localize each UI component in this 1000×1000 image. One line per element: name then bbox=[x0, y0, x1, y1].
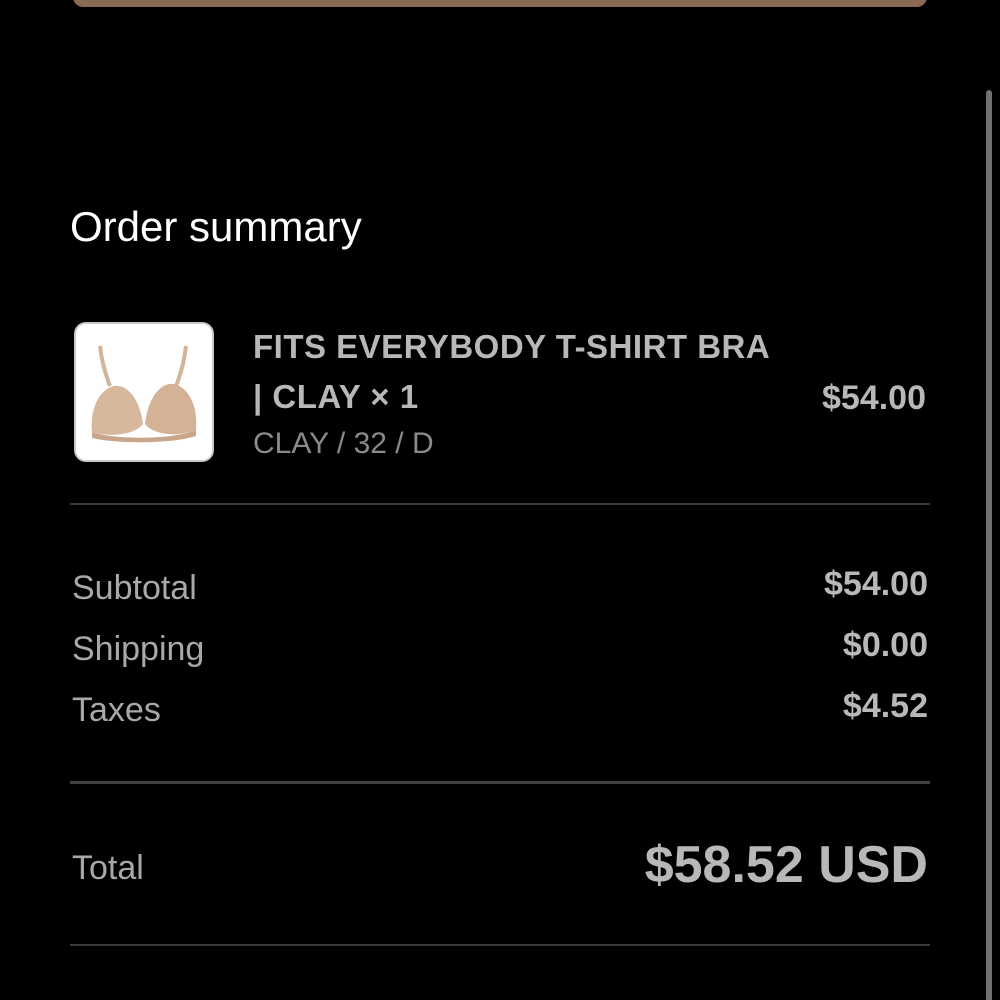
shipping-label: Shipping bbox=[72, 630, 205, 668]
shipping-value: $0.00 bbox=[842, 626, 928, 664]
subtotal-label: Subtotal bbox=[72, 569, 197, 607]
divider bbox=[70, 503, 930, 505]
taxes-label: Taxes bbox=[72, 691, 161, 729]
bra-product-image-icon bbox=[91, 345, 197, 443]
divider bbox=[70, 781, 930, 784]
scrollbar[interactable] bbox=[986, 90, 992, 1000]
total-value: $58.52 USD bbox=[644, 836, 928, 894]
taxes-value: $4.52 bbox=[842, 687, 928, 725]
product-thumbnail bbox=[74, 322, 214, 462]
product-variant: CLAY / 32 / D bbox=[253, 427, 434, 460]
subtotal-value: $54.00 bbox=[824, 565, 928, 603]
product-price: $54.00 bbox=[822, 379, 926, 417]
checkout-button[interactable] bbox=[73, 0, 927, 7]
total-label: Total bbox=[72, 849, 144, 887]
order-summary-title: Order summary bbox=[70, 203, 362, 250]
checkout-page: Order summary FITS EVERYBODY T-SHIRT BRA… bbox=[0, 0, 1000, 1000]
divider bbox=[70, 944, 930, 946]
product-name: FITS EVERYBODY T-SHIRT BRA | CLAY × 1 bbox=[253, 328, 769, 415]
